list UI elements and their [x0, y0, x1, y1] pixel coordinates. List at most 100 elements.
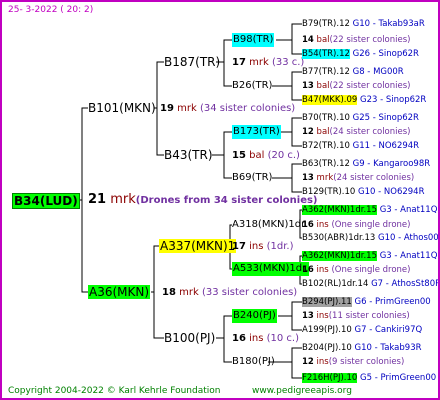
g4-row: B47(MKK).09 G23 - Sinop62R	[302, 93, 426, 107]
g1-node-a36[interactable]: A36(MKN)	[88, 285, 151, 299]
g3-node-b180[interactable]: B180(PJ)	[232, 355, 275, 369]
g4-relation: G8 - MG00R	[352, 67, 404, 77]
g3-node-a318[interactable]: A318(MKN)1dr.	[232, 218, 307, 232]
g3-node-b240[interactable]: B240(PJ)	[232, 309, 277, 323]
g4-id[interactable]: B54(TR).12	[302, 49, 350, 59]
g4-id[interactable]: A362(MKN)1dr.15	[302, 205, 377, 215]
g4-row: B72(TR).10 G11 - NO6294R	[302, 139, 419, 153]
g4-relation: G7 - AthosSt80R	[371, 279, 440, 289]
g2-num: 17	[232, 241, 246, 252]
g3-num: 16	[302, 220, 314, 230]
g3-node-b26[interactable]: B26(TR)	[232, 79, 272, 93]
g3-mark: ins	[316, 265, 329, 275]
root-num: 21	[88, 192, 107, 207]
g2-num: 15	[232, 150, 246, 161]
g4-row: B129(TR).10 G10 - NO6294R	[302, 185, 424, 199]
g4-id[interactable]: B102(RL)1dr.14	[302, 279, 368, 289]
g3-node-b69[interactable]: B69(TR)	[232, 171, 272, 185]
g2-info-b100: 16 ins (10 c.)	[232, 332, 299, 346]
g1-node-b101[interactable]: B101(MKN)	[88, 101, 156, 115]
g4-id[interactable]: B79(TR).12	[302, 19, 350, 29]
g4-id[interactable]: B72(TR).10	[302, 141, 350, 151]
g3-mark: ins	[316, 220, 329, 230]
g1-num: 18	[162, 287, 176, 298]
g4-id[interactable]: A362(MKN)1dr.15	[302, 251, 377, 261]
g4-id[interactable]: B294(PJ).11	[302, 297, 352, 307]
g3-info-b26: 13 bal(22 sister colonies)	[302, 79, 411, 93]
header-date: 25- 3-2022 ( 20: 2)	[8, 5, 94, 15]
g4-relation: G9 - Kangaroo98R	[352, 159, 431, 169]
root-node[interactable]: B34(LUD)	[12, 193, 80, 209]
g3-note: (24 sister colonies)	[329, 127, 411, 137]
g3-info-b180: 12 ins(9 sister colonies)	[302, 355, 404, 369]
g4-relation: G26 - Sinop62R	[352, 49, 419, 59]
g2-info-b43: 15 bal (20 c.)	[232, 149, 300, 163]
g3-info-a318: 16 ins (One single drone)	[302, 218, 410, 232]
g4-row: B54(TR).12 G26 - Sinop62R	[302, 47, 419, 61]
g4-relation: G10 - Takab93R	[354, 343, 422, 353]
g3-info-b173: 12 bal(24 sister colonies)	[302, 125, 411, 139]
g2-info-a337: 17 ins (1dr.)	[232, 240, 294, 254]
g4-relation: G10 - Athos00R	[377, 233, 440, 243]
root-mark: mrk	[110, 192, 136, 207]
g2-node-b187[interactable]: B187(TR)	[164, 55, 220, 69]
g3-info-b98: 14 bal(22 sister colonies)	[302, 33, 411, 47]
footer-copyright: Copyright 2004-2022 © Karl Kehrle Founda…	[8, 386, 221, 396]
footer-site-link[interactable]: www.pedigreeapis.org	[252, 384, 352, 398]
g2-note: (20 c.)	[267, 150, 300, 161]
g4-relation: G3 - Anat11Q	[379, 205, 438, 215]
g4-id[interactable]: B63(TR).12	[302, 159, 350, 169]
g3-node-a533[interactable]: A533(MKN)1dr.	[232, 262, 310, 276]
g4-id[interactable]: B204(PJ).10	[302, 343, 352, 353]
g2-mark: ins	[249, 241, 264, 252]
g1-note: (33 sister colonies)	[201, 287, 298, 298]
g2-node-b43[interactable]: B43(TR)	[164, 148, 213, 162]
g4-id[interactable]: B70(TR).10	[302, 113, 350, 123]
g1-note: (34 sister colonies)	[199, 103, 296, 114]
g2-note: (33 c.)	[271, 57, 305, 68]
g2-node-a337[interactable]: A337(MKN)1	[159, 239, 237, 253]
g1-info-a36: 18 mrk (33 sister colonies)	[162, 286, 297, 300]
g4-id[interactable]: B77(TR).12	[302, 67, 350, 77]
g1-mark: mrk	[179, 287, 199, 298]
g4-relation: G7 - Cankiri97Q	[354, 325, 423, 335]
g3-mark: ins	[316, 311, 329, 321]
g4-id[interactable]: B530(ABR)1dr.13	[302, 233, 375, 243]
g3-num: 12	[302, 127, 314, 137]
pedigree-frame: { "header":{"date":"25- 3-2022 ( 20: 2)"…	[0, 0, 440, 400]
g4-id[interactable]: F216H(PJ).10	[302, 373, 358, 383]
g4-relation: G3 - Anat11Q	[379, 251, 438, 261]
root-info: 21 mrk(Drones from 34 sister colonies)	[88, 193, 318, 208]
g2-info-b187: 17 mrk (33 c.)	[232, 56, 304, 70]
g2-mark: ins	[249, 333, 264, 344]
g4-row: B63(TR).12 G9 - Kangaroo98R	[302, 157, 430, 171]
g2-num: 16	[232, 333, 246, 344]
g3-num: 12	[302, 357, 314, 367]
g4-row: B77(TR).12 G8 - MG00R	[302, 65, 404, 79]
g3-node-b173[interactable]: B173(TR)	[232, 125, 281, 139]
g4-relation: G10 - NO6294R	[358, 187, 425, 197]
g4-relation: G11 - NO6294R	[352, 141, 420, 151]
g3-node-b98[interactable]: B98(TR)	[232, 33, 275, 47]
g3-num: 16	[302, 265, 314, 275]
g3-num: 14	[302, 35, 314, 45]
g4-id[interactable]: A199(PJ).10	[302, 325, 352, 335]
g3-mark: ins	[316, 357, 329, 367]
g2-node-b100[interactable]: B100(PJ)	[164, 331, 215, 345]
g4-row: A362(MKN)1dr.15 G3 - Anat11Q	[302, 249, 437, 263]
g3-mark: mrk	[316, 173, 334, 183]
g4-row: A362(MKN)1dr.15 G3 - Anat11Q	[302, 203, 437, 217]
g1-num: 19	[160, 103, 174, 114]
g3-note: (One single drone)	[331, 265, 411, 275]
g4-relation: G25 - Sinop62R	[352, 113, 419, 123]
g2-mark: mrk	[249, 57, 269, 68]
g1-mark: mrk	[177, 103, 197, 114]
g3-note: (9 sister colonies)	[328, 357, 405, 367]
g2-note: (1dr.)	[266, 241, 294, 252]
g4-id[interactable]: B47(MKK).09	[302, 95, 358, 105]
g4-relation: G6 - PrimGreen00	[354, 297, 431, 307]
g4-row: B79(TR).12 G10 - Takab93aR	[302, 17, 425, 31]
g4-row: B102(RL)1dr.14 G7 - AthosSt80R	[302, 277, 440, 291]
g4-row: B70(TR).10 G25 - Sinop62R	[302, 111, 419, 125]
g4-id[interactable]: B129(TR).10	[302, 187, 355, 197]
